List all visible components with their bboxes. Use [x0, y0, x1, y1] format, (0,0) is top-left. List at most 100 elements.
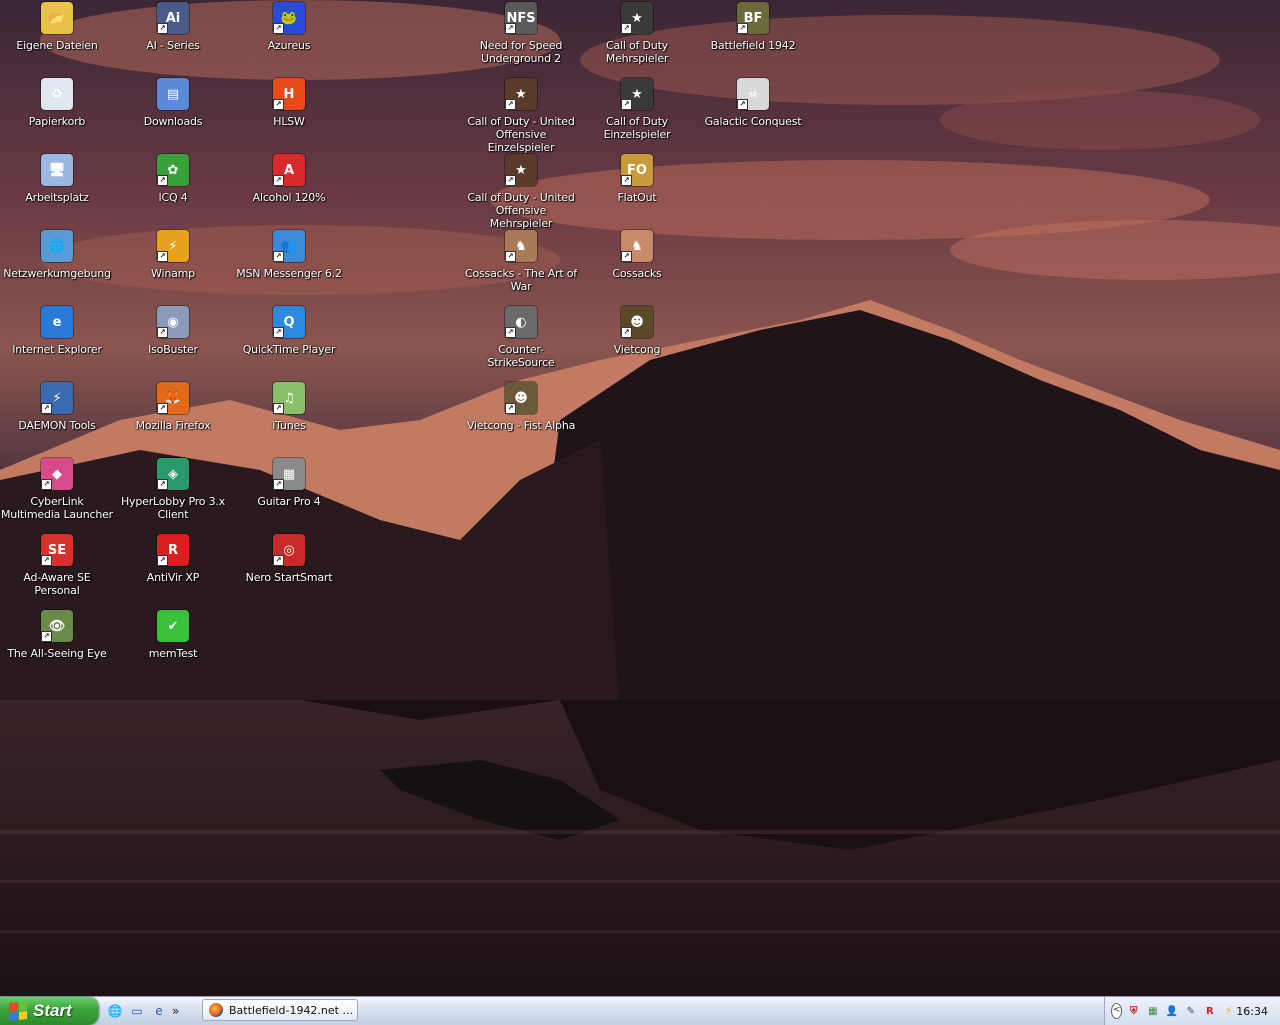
desktop-icon[interactable]: ★ ↗ Call of Duty Einzelspieler [581, 78, 693, 141]
desktop-icon[interactable]: ▤ Downloads [117, 78, 229, 128]
shortcut-arrow-icon: ↗ [273, 403, 284, 414]
desktop-icon-image: BF ↗ [737, 2, 769, 34]
desktop-icon[interactable]: ♫ ↗ iTunes [233, 382, 345, 432]
desktop-icon-image: FO ↗ [621, 154, 653, 186]
desktop: 📂 Eigene Dateien ♻ Papierkorb 🖥 Arbeitsplatz 🌐… [0, 0, 1280, 996]
network-tray-icon[interactable]: ▦ [1145, 1004, 1160, 1019]
shortcut-arrow-icon: ↗ [157, 479, 168, 490]
desktop-icon[interactable]: ◎ ↗ Nero StartSmart [233, 534, 345, 584]
desktop-icon[interactable]: FO ↗ FlatOut [581, 154, 693, 204]
desktop-icon[interactable]: ★ ↗ Call of Duty Mehrspieler [581, 2, 693, 65]
shortcut-arrow-icon: ↗ [157, 175, 168, 186]
tool-tray-icon[interactable]: ✎ [1183, 1004, 1198, 1019]
shortcut-arrow-icon: ↗ [41, 479, 52, 490]
desktop-icon[interactable]: BF ↗ Battlefield 1942 [697, 2, 809, 52]
desktop-icon-label: Internet Explorer [12, 343, 102, 356]
desktop-icon[interactable]: ♻ Papierkorb [1, 78, 113, 128]
desktop-icon[interactable]: H ↗ HLSW [233, 78, 345, 128]
start-button[interactable]: Start [0, 997, 98, 1025]
desktop-icon-label: AntiVir XP [146, 571, 200, 584]
desktop-icon-label: Cossacks [612, 267, 662, 280]
desktop-icon[interactable]: ☻ ↗ Vietcong [581, 306, 693, 356]
desktop-icon[interactable]: ▦ ↗ Guitar Pro 4 [233, 458, 345, 508]
desktop-icon-image: ▤ [157, 78, 189, 110]
shortcut-arrow-icon: ↗ [621, 175, 632, 186]
desktop-icon[interactable]: 👥 ↗ MSN Messenger 6.2 [233, 230, 345, 280]
shortcut-arrow-icon: ↗ [157, 403, 168, 414]
ql-internet-explorer-icon[interactable]: e [150, 1002, 168, 1020]
shortcut-arrow-icon: ↗ [621, 251, 632, 262]
desktop-icon[interactable]: ☠ ↗ Galactic Conquest [697, 78, 809, 128]
desktop-icon[interactable]: ⚡ ↗ Winamp [117, 230, 229, 280]
ql-browser-icon[interactable]: 🌐 [106, 1002, 124, 1020]
msn-tray-icon[interactable]: 👤 [1164, 1004, 1179, 1019]
desktop-icon-label: Arbeitsplatz [25, 191, 89, 204]
desktop-icon-label: ICQ 4 [158, 191, 188, 204]
shortcut-arrow-icon: ↗ [157, 251, 168, 262]
desktop-icon-label: CyberLink Multimedia Launcher [1, 495, 113, 521]
desktop-icon-image: 👥 ↗ [273, 230, 305, 262]
desktop-icon-image: SE ↗ [41, 534, 73, 566]
desktop-icon[interactable]: 🐸 ↗ Azureus [233, 2, 345, 52]
quick-launch-more-icon[interactable]: » [172, 1004, 182, 1018]
desktop-icon-image: ♫ ↗ [273, 382, 305, 414]
shortcut-arrow-icon: ↗ [273, 555, 284, 566]
ql-show-desktop-icon[interactable]: ▭ [128, 1002, 146, 1020]
desktop-icon[interactable]: ★ ↗ Call of Duty - United Offensive Mehrsp… [465, 154, 577, 230]
desktop-icon[interactable]: ◉ ↗ IsoBuster [117, 306, 229, 356]
desktop-icon[interactable]: ◐ ↗ Counter-StrikeSource [465, 306, 577, 369]
desktop-icon[interactable]: R ↗ AntiVir XP [117, 534, 229, 584]
desktop-icon[interactable]: 🦊 ↗ Mozilla Firefox [117, 382, 229, 432]
desktop-icon[interactable]: A ↗ Alcohol 120% [233, 154, 345, 204]
shortcut-arrow-icon: ↗ [157, 555, 168, 566]
desktop-icon-label: Call of Duty - United Offensive Mehrspie… [467, 191, 575, 230]
shortcut-arrow-icon: ↗ [273, 23, 284, 34]
desktop-icon[interactable]: Q ↗ QuickTime Player [233, 306, 345, 356]
desktop-icon-label: IsoBuster [148, 343, 198, 356]
antivir-umbrella-tray-icon[interactable]: R [1202, 1004, 1217, 1019]
desktop-icon[interactable]: ☻ ↗ Vietcong - Fist Alpha [465, 382, 577, 432]
desktop-icon[interactable]: NFS ↗ Need for Speed Underground 2 [465, 2, 577, 65]
tray-expand-icon[interactable]: < [1111, 1003, 1123, 1019]
desktop-icon[interactable]: ◆ ↗ CyberLink Multimedia Launcher [1, 458, 113, 521]
shortcut-arrow-icon: ↗ [505, 403, 516, 414]
shortcut-arrow-icon: ↗ [621, 327, 632, 338]
desktop-icon-image: A ↗ [273, 154, 305, 186]
shortcut-arrow-icon: ↗ [505, 327, 516, 338]
taskbar-window-label: Battlefield-1942.net ... [229, 1003, 353, 1017]
desktop-icon-label: Call of Duty Einzelspieler [603, 115, 671, 141]
shortcut-arrow-icon: ↗ [505, 251, 516, 262]
desktop-icon-image: ⚡ ↗ [41, 382, 73, 414]
desktop-icon-label: Vietcong - Fist Alpha [466, 419, 576, 432]
desktop-icon[interactable]: SE ↗ Ad-Aware SE Personal [1, 534, 113, 597]
desktop-icon[interactable]: 📂 Eigene Dateien [1, 2, 113, 52]
antivir-tray-icon[interactable]: ⛨ [1126, 1004, 1141, 1019]
shortcut-arrow-icon: ↗ [157, 23, 168, 34]
system-tray: < ⛨ ▦ 👤 ✎ R ⚡ 16:34 [1104, 997, 1280, 1025]
desktop-icon[interactable]: ◈ ↗ HyperLobby Pro 3.x Client [117, 458, 229, 521]
desktop-icon[interactable]: 🌐 Netzwerkumgebung [1, 230, 113, 280]
desktop-icon[interactable]: ★ ↗ Call of Duty - United Offensive Einzel… [465, 78, 577, 154]
desktop-icon-image: ✿ ↗ [157, 154, 189, 186]
taskbar: Start 🌐 ▭ e » Battlefield-1942.net ... < ⛨ ▦… [0, 996, 1280, 1025]
desktop-icon[interactable]: Ai ↗ AI - Series [117, 2, 229, 52]
taskbar-window-button[interactable]: Battlefield-1942.net ... [202, 999, 358, 1021]
shortcut-arrow-icon: ↗ [505, 23, 516, 34]
desktop-icon[interactable]: ⚡ ↗ DAEMON Tools [1, 382, 113, 432]
desktop-icon-image: ☻ ↗ [505, 382, 537, 414]
desktop-icon[interactable]: ♞ ↗ Cossacks [581, 230, 693, 280]
shortcut-arrow-icon: ↗ [737, 99, 748, 110]
desktop-icon[interactable]: 🖥 Arbeitsplatz [1, 154, 113, 204]
desktop-icon-label: Azureus [267, 39, 311, 52]
desktop-icon-label: MSN Messenger 6.2 [236, 267, 342, 280]
shortcut-arrow-icon: ↗ [621, 23, 632, 34]
desktop-icon-image: ◉ ↗ [157, 306, 189, 338]
desktop-icon[interactable]: ✿ ↗ ICQ 4 [117, 154, 229, 204]
desktop-icon[interactable]: ♞ ↗ Cossacks - The Art of War [465, 230, 577, 293]
desktop-icon[interactable]: ✔ memTest [117, 610, 229, 660]
desktop-icon[interactable]: e Internet Explorer [1, 306, 113, 356]
clock[interactable]: 16:34 [1236, 1005, 1268, 1018]
desktop-icon[interactable]: 👁 ↗ The All-Seeing Eye [1, 610, 113, 660]
winamp-tray-icon[interactable]: ⚡ [1221, 1004, 1236, 1019]
desktop-icon-image: ◎ ↗ [273, 534, 305, 566]
